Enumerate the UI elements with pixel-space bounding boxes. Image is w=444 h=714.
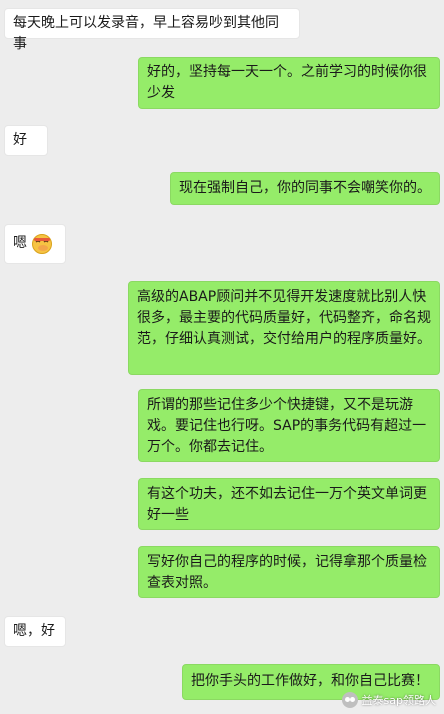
- message-received[interactable]: 嗯: [4, 224, 66, 264]
- face-with-hand-over-mouth-icon: [31, 233, 53, 262]
- message-text: 好的，坚持每一天一个。之前学习的时候你很少发: [147, 64, 427, 101]
- message-text: 写好你自己的程序的时候，记得拿那个质量检查表对照。: [147, 554, 427, 591]
- message-received[interactable]: 每天晚上可以发录音，早上容易吵到其他同事: [4, 8, 300, 52]
- message-text: 嗯: [13, 235, 27, 251]
- message-text: 每天晚上可以发录音，早上容易吵到其他同事: [13, 15, 279, 52]
- message-received[interactable]: 嗯，好: [4, 616, 66, 647]
- chat-thread: 每天晚上可以发录音，早上容易吵到其他同事 好的，坚持每一天一个。之前学习的时候你…: [0, 0, 444, 714]
- message-sent[interactable]: 现在强制自己，你的同事不会嘲笑你的。: [170, 172, 440, 205]
- message-sent[interactable]: 高级的ABAP顾问并不见得开发速度就比别人快很多，最主要的代码质量好，代码整齐，…: [128, 281, 440, 375]
- message-sent[interactable]: 所谓的那些记住多少个快捷键，又不是玩游戏。要记住也行呀。SAP的事务代码有超过一…: [138, 389, 440, 462]
- watermark-text: 益泰sap领路人: [361, 694, 436, 707]
- message-text: 有这个功夫，还不如去记住一万个英文单词更好一些: [147, 486, 427, 523]
- message-sent[interactable]: 写好你自己的程序的时候，记得拿那个质量检查表对照。: [138, 546, 440, 598]
- message-text: 把你手头的工作做好，和你自己比赛！: [191, 673, 429, 689]
- watermark: 益泰sap领路人: [341, 692, 436, 708]
- message-sent[interactable]: 有这个功夫，还不如去记住一万个英文单词更好一些: [138, 478, 440, 530]
- message-text: 所谓的那些记住多少个快捷键，又不是玩游戏。要记住也行呀。SAP的事务代码有超过一…: [147, 397, 427, 455]
- message-text: 好: [13, 132, 27, 148]
- message-received[interactable]: 好: [4, 125, 48, 156]
- message-text: 现在强制自己，你的同事不会嘲笑你的。: [179, 180, 431, 196]
- message-text: 嗯，好: [13, 623, 55, 639]
- wechat-icon: [341, 692, 358, 708]
- message-sent[interactable]: 好的，坚持每一天一个。之前学习的时候你很少发: [138, 57, 440, 109]
- message-text: 高级的ABAP顾问并不见得开发速度就比别人快很多，最主要的代码质量好，代码整齐，…: [137, 289, 431, 347]
